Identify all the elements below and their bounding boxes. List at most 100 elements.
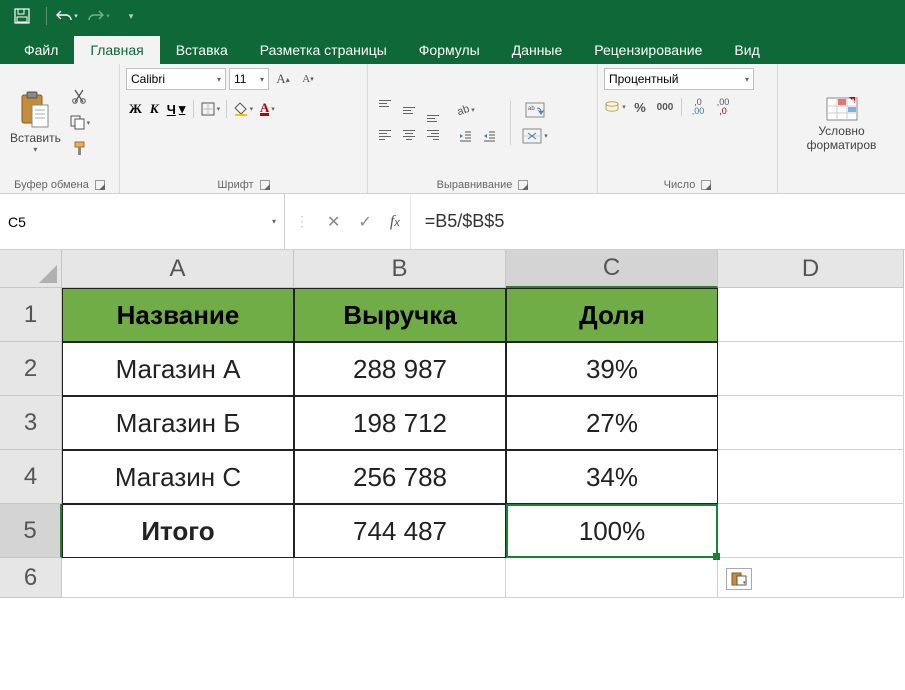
row-header[interactable]: 5 — [0, 504, 62, 558]
row-header[interactable]: 4 — [0, 450, 62, 504]
copy-button[interactable]: ▾ — [69, 112, 91, 134]
align-bottom-button[interactable] — [422, 100, 444, 122]
undo-button[interactable]: ▾ — [53, 4, 81, 28]
column-header[interactable]: B — [294, 250, 506, 288]
merge-cells-button[interactable]: ▾ — [521, 125, 549, 147]
underline-button[interactable]: Ч▾ — [164, 101, 189, 117]
cell[interactable]: 100% — [506, 504, 718, 558]
caret-icon: ▾ — [33, 145, 37, 154]
cell[interactable]: Магазин А — [62, 342, 294, 396]
cell[interactable] — [718, 288, 904, 342]
column-header[interactable]: C — [506, 250, 718, 288]
tab-view[interactable]: Вид — [718, 36, 775, 64]
row-header[interactable]: 1 — [0, 288, 62, 342]
spreadsheet-grid: 1 2 3 4 5 6 A B C D Название Выручка Дол… — [0, 250, 905, 598]
cond-fmt-label2: форматиров — [807, 138, 877, 152]
tab-review[interactable]: Рецензирование — [578, 36, 718, 64]
formula-input[interactable]: =B5/$B$5 — [410, 194, 905, 249]
percent-format-button[interactable]: % — [629, 96, 651, 118]
cell[interactable] — [718, 450, 904, 504]
dialog-launcher-icon[interactable] — [95, 180, 105, 190]
caret-icon: ▾ — [106, 12, 110, 20]
insert-function-button[interactable]: fx — [390, 213, 400, 231]
increase-decimal-button[interactable]: ,0,00 — [687, 96, 709, 118]
row-header[interactable]: 6 — [0, 558, 62, 598]
wrap-text-button[interactable]: ab — [521, 99, 549, 121]
font-name-dropdown[interactable]: Calibri▾ — [126, 68, 226, 90]
column-header[interactable]: A — [62, 250, 294, 288]
decrease-decimal-button[interactable]: ,00,0 — [712, 96, 734, 118]
align-middle-button[interactable] — [398, 100, 420, 122]
comma-format-button[interactable]: 000 — [654, 96, 676, 118]
conditional-formatting-button[interactable]: Условно форматиров — [803, 92, 881, 154]
cell[interactable]: Выручка — [294, 288, 506, 342]
row-header[interactable]: 2 — [0, 342, 62, 396]
group-label-font: Шрифт — [126, 177, 361, 191]
cell[interactable]: Магазин С — [62, 450, 294, 504]
cell[interactable] — [506, 558, 718, 598]
group-clipboard: Вставить ▾ ▾ Буфер обмена — [0, 64, 120, 193]
bold-button[interactable]: Ж — [126, 101, 145, 117]
tab-page-layout[interactable]: Разметка страницы — [244, 36, 403, 64]
svg-text:ab: ab — [528, 106, 535, 112]
cancel-formula-button[interactable]: ✕ — [327, 212, 340, 232]
cell[interactable]: 198 712 — [294, 396, 506, 450]
font-size-dropdown[interactable]: 11▾ — [229, 68, 269, 90]
enter-formula-button[interactable]: ✓ — [358, 212, 371, 232]
dialog-launcher-icon[interactable] — [260, 180, 270, 190]
tab-file[interactable]: Файл — [8, 36, 74, 64]
cell[interactable]: Магазин Б — [62, 396, 294, 450]
cut-button[interactable] — [69, 86, 91, 108]
dialog-launcher-icon[interactable] — [701, 180, 711, 190]
cell[interactable]: Итого — [62, 504, 294, 558]
increase-indent-button[interactable] — [478, 125, 500, 147]
accounting-format-button[interactable]: ▾ — [604, 96, 626, 118]
cell[interactable]: 34% — [506, 450, 718, 504]
cell[interactable]: 288 987 — [294, 342, 506, 396]
cell[interactable]: 27% — [506, 396, 718, 450]
shrink-font-button[interactable]: A▾ — [297, 68, 319, 90]
cell[interactable]: 39% — [506, 342, 718, 396]
column-header[interactable]: D — [718, 250, 904, 288]
cell[interactable] — [718, 342, 904, 396]
qat-customize-button[interactable]: ▾ — [117, 4, 145, 28]
grow-font-button[interactable]: A▴ — [272, 68, 294, 90]
number-format-dropdown[interactable]: Процентный▾ — [604, 68, 754, 90]
align-right-button[interactable] — [422, 124, 444, 146]
cell[interactable] — [62, 558, 294, 598]
select-all-corner[interactable] — [0, 250, 62, 288]
cell[interactable]: 744 487 — [294, 504, 506, 558]
cond-fmt-label1: Условно — [818, 124, 864, 138]
align-center-button[interactable] — [398, 124, 420, 146]
format-painter-button[interactable] — [69, 138, 91, 160]
font-color-button[interactable]: A ▾ — [256, 98, 278, 120]
ribbon: Вставить ▾ ▾ Буфер обмена Calibri▾ — [0, 64, 905, 194]
name-box[interactable]: C5▾ — [0, 194, 285, 249]
align-left-button[interactable] — [374, 124, 396, 146]
paste-button[interactable]: Вставить ▾ — [6, 89, 65, 156]
cell[interactable] — [294, 558, 506, 598]
borders-button[interactable]: ▾ — [199, 98, 221, 120]
tab-formulas[interactable]: Формулы — [403, 36, 496, 64]
group-number: Процентный▾ ▾ % 000 ,0,00 ,00,0 Число — [598, 64, 778, 193]
cell[interactable] — [718, 504, 904, 558]
italic-button[interactable]: К — [147, 101, 162, 117]
formula-bar: C5▾ ⋮ ✕ ✓ fx =B5/$B$5 — [0, 194, 905, 250]
qat-separator — [46, 7, 47, 25]
cell[interactable] — [718, 396, 904, 450]
cell[interactable]: Название — [62, 288, 294, 342]
redo-button[interactable]: ▾ — [85, 4, 113, 28]
orientation-button[interactable]: ab▾ — [454, 99, 476, 121]
tab-home[interactable]: Главная — [74, 36, 159, 64]
tab-insert[interactable]: Вставка — [160, 36, 244, 64]
save-button[interactable] — [8, 4, 36, 28]
align-top-button[interactable] — [374, 100, 396, 122]
paste-options-button[interactable]: ▾ — [726, 568, 752, 590]
row-header[interactable]: 3 — [0, 396, 62, 450]
tab-data[interactable]: Данные — [496, 36, 579, 64]
cell[interactable]: Доля — [506, 288, 718, 342]
fill-color-button[interactable]: ▾ — [232, 98, 254, 120]
dialog-launcher-icon[interactable] — [518, 180, 528, 190]
cell[interactable]: 256 788 — [294, 450, 506, 504]
decrease-indent-button[interactable] — [454, 125, 476, 147]
